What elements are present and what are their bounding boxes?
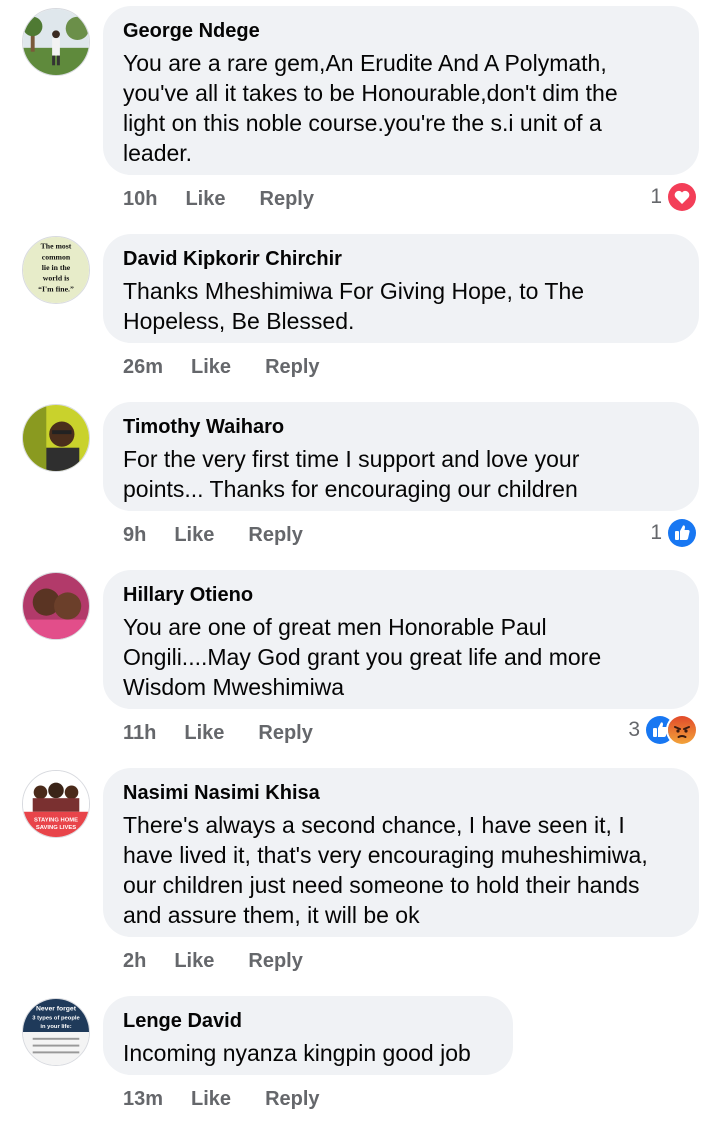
comment-text: You are a rare gem,An Erudite And A Poly… xyxy=(123,48,679,168)
comment-timestamp[interactable]: 10h xyxy=(123,188,157,211)
comment-timestamp[interactable]: 26m xyxy=(123,356,163,379)
avatar-caption: SAVING LIVES xyxy=(36,825,76,831)
comment-bubble: Nasimi Nasimi Khisa There's always a sec… xyxy=(103,768,699,937)
avatar[interactable] xyxy=(22,8,90,76)
reaction-summary[interactable]: 1 xyxy=(650,181,698,213)
comment-actions: 9h Like Reply xyxy=(123,521,303,549)
reply-button[interactable]: Reply xyxy=(248,950,302,973)
comment-actions: 10h Like Reply xyxy=(123,185,314,213)
avatar[interactable]: The most common lie in the world is “I'm… xyxy=(22,236,90,304)
comment-text: Thanks Mheshimiwa For Giving Hope, to Th… xyxy=(123,276,679,336)
comment-actions: 2h Like Reply xyxy=(123,947,303,975)
avatar-caption: Never forget xyxy=(36,1006,77,1013)
comment-author[interactable]: David Kipkorir Chirchir xyxy=(123,246,679,272)
comment-text-line: You are a rare gem,An Erudite And A Poly… xyxy=(123,50,607,76)
comment-text-line: Ongili....May God grant you great life a… xyxy=(123,644,602,670)
comment-text-line: and assure them, it will be ok xyxy=(123,902,420,928)
comment-author[interactable]: Nasimi Nasimi Khisa xyxy=(123,780,679,806)
like-button[interactable]: Like xyxy=(174,524,214,547)
comment-timestamp[interactable]: 2h xyxy=(123,950,146,973)
like-icon xyxy=(666,517,698,549)
avatar-caption: in your life: xyxy=(40,1024,71,1030)
reaction-summary[interactable]: 1 xyxy=(650,517,698,549)
comment-text-line: Thanks Mheshimiwa For Giving Hope, to Th… xyxy=(123,278,585,304)
comment-author[interactable]: Lenge David xyxy=(123,1008,493,1034)
comment-bubble: Timothy Waiharo For the very first time … xyxy=(103,402,699,511)
reaction-count: 1 xyxy=(650,185,662,208)
comment-bubble: David Kipkorir Chirchir Thanks Mheshimiw… xyxy=(103,234,699,343)
comment-text: There's always a second chance, I have s… xyxy=(123,810,679,930)
avatar[interactable]: STAYING HOME SAVING LIVES xyxy=(22,770,90,838)
like-button[interactable]: Like xyxy=(184,722,224,745)
like-button[interactable]: Like xyxy=(185,188,225,211)
love-icon xyxy=(666,181,698,213)
angry-icon xyxy=(666,714,698,746)
comment-text-line: our children just need someone to hold t… xyxy=(123,872,640,898)
comment-text-line: There's always a second chance, I have s… xyxy=(123,812,625,838)
comment-text-line: Wisdom Mweshimiwa xyxy=(123,674,345,700)
comment-actions: 11h Like Reply xyxy=(123,719,313,747)
comment-author[interactable]: Hillary Otieno xyxy=(123,582,679,608)
comment-text-line: Incoming nyanza kingpin good job xyxy=(123,1040,471,1066)
like-button[interactable]: Like xyxy=(191,356,231,379)
comment-timestamp[interactable]: 9h xyxy=(123,524,146,547)
reply-button[interactable]: Reply xyxy=(265,356,319,379)
reaction-count: 3 xyxy=(628,718,640,741)
comment-timestamp[interactable]: 11h xyxy=(123,722,156,745)
avatar-caption: The most xyxy=(41,242,72,251)
comment-text-line: light on this noble course.you're the s.… xyxy=(123,110,602,136)
comment-text-line: have lived it, that's very encouraging m… xyxy=(123,842,648,868)
reply-button[interactable]: Reply xyxy=(248,524,302,547)
reaction-count: 1 xyxy=(650,521,662,544)
comment-text: Incoming nyanza kingpin good job xyxy=(123,1038,493,1068)
comment-text-line: you've all it takes to be Honourable,don… xyxy=(123,80,618,106)
avatar-caption: 3 types of people xyxy=(32,1015,80,1021)
avatar[interactable] xyxy=(22,404,90,472)
reply-button[interactable]: Reply xyxy=(260,188,314,211)
comment-timestamp[interactable]: 13m xyxy=(123,1088,163,1111)
comments-thread: George Ndege You are a rare gem,An Erudi… xyxy=(0,0,720,1123)
like-button[interactable]: Like xyxy=(191,1088,231,1111)
comment-actions: 13m Like Reply xyxy=(123,1085,320,1113)
comment-text: For the very first time I support and lo… xyxy=(123,444,679,504)
avatar[interactable] xyxy=(22,572,90,640)
comment-bubble: Hillary Otieno You are one of great men … xyxy=(103,570,699,709)
comment-text-line: points... Thanks for encouraging our chi… xyxy=(123,476,578,502)
avatar-caption: world is xyxy=(43,274,69,283)
comment-author[interactable]: Timothy Waiharo xyxy=(123,414,679,440)
comment-text: You are one of great men Honorable Paul … xyxy=(123,612,679,702)
reply-button[interactable]: Reply xyxy=(258,722,312,745)
comment-bubble: George Ndege You are a rare gem,An Erudi… xyxy=(103,6,699,175)
avatar-caption: lie in the xyxy=(42,263,71,272)
like-button[interactable]: Like xyxy=(174,950,214,973)
reaction-summary[interactable]: 3 xyxy=(628,714,698,746)
comment-text-line: Hopeless, Be Blessed. xyxy=(123,308,355,334)
comment-actions: 26m Like Reply xyxy=(123,353,320,381)
comment-text-line: leader. xyxy=(123,140,193,166)
comment-bubble: Lenge David Incoming nyanza kingpin good… xyxy=(103,996,513,1075)
avatar[interactable]: Never forget 3 types of people in your l… xyxy=(22,998,90,1066)
avatar-caption: common xyxy=(42,252,71,261)
avatar-caption: “I'm fine.” xyxy=(38,284,74,293)
comment-text-line: You are one of great men Honorable Paul xyxy=(123,614,547,640)
avatar-caption: STAYING HOME xyxy=(34,817,78,823)
comment-text-line: For the very first time I support and lo… xyxy=(123,446,580,472)
reply-button[interactable]: Reply xyxy=(265,1088,319,1111)
comment-author[interactable]: George Ndege xyxy=(123,18,679,44)
